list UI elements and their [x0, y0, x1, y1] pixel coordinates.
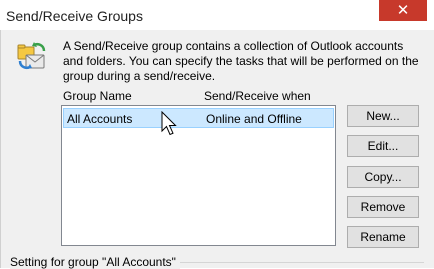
- remove-button[interactable]: Remove: [347, 196, 419, 218]
- rename-button[interactable]: Rename: [347, 226, 419, 248]
- edit-button[interactable]: Edit...: [347, 135, 419, 157]
- mouse-pointer-icon: [161, 111, 177, 136]
- column-header-group-name[interactable]: Group Name: [63, 89, 132, 103]
- groups-list[interactable]: All Accounts Online and Offline: [61, 105, 336, 246]
- close-button[interactable]: ✕: [379, 0, 427, 21]
- send-receive-when-cell: Online and Offline: [206, 112, 302, 126]
- title-bar: Send/Receive Groups ✕: [0, 0, 434, 30]
- settings-group-label: Setting for group "All Accounts": [10, 255, 180, 269]
- send-receive-groups-dialog: Send/Receive Groups ✕ A Send/Receive gro…: [0, 0, 434, 269]
- column-header-send-receive-when[interactable]: Send/Receive when: [204, 89, 311, 103]
- send-receive-groups-icon: [17, 42, 46, 69]
- list-row-all-accounts[interactable]: All Accounts Online and Offline: [63, 108, 334, 128]
- copy-button[interactable]: Copy...: [347, 166, 419, 188]
- window-title: Send/Receive Groups: [6, 8, 143, 24]
- group-name-cell: All Accounts: [67, 112, 133, 126]
- new-button[interactable]: New...: [347, 105, 419, 127]
- dialog-left-border: [0, 30, 1, 268]
- description-text: A Send/Receive group contains a collecti…: [63, 39, 419, 83]
